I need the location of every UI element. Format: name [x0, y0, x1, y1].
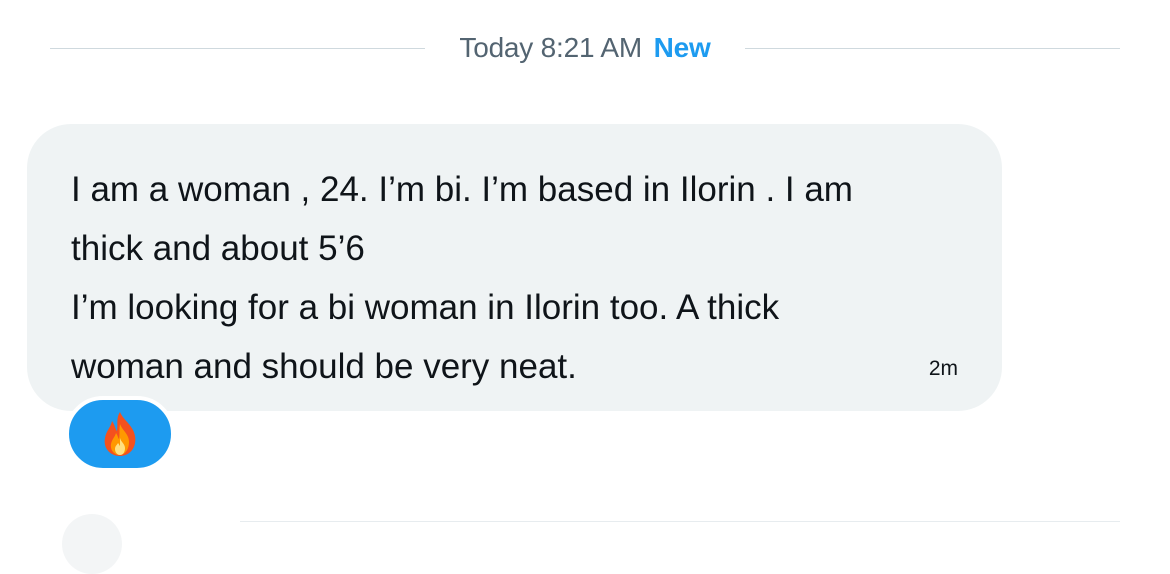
unread-divider: Today 8:21 AM New	[50, 26, 1120, 70]
divider-timestamp: Today 8:21 AM	[459, 32, 643, 63]
next-avatar-edge	[62, 514, 122, 574]
divider-line-right	[744, 47, 1120, 49]
message-bubble[interactable]: I am a woman , 24. I’m bi. I’m based in …	[27, 124, 1002, 411]
divider-label: Today 8:21 AM New	[425, 32, 744, 64]
divider-line-left	[50, 47, 426, 49]
message-text: I am a woman , 24. I’m bi. I’m based in …	[71, 170, 853, 386]
fire-emoji-icon	[100, 411, 140, 457]
message-time: 2m	[928, 357, 958, 380]
new-label: New	[653, 32, 711, 63]
next-item-edge	[240, 521, 1120, 522]
reaction-button[interactable]	[65, 396, 175, 472]
